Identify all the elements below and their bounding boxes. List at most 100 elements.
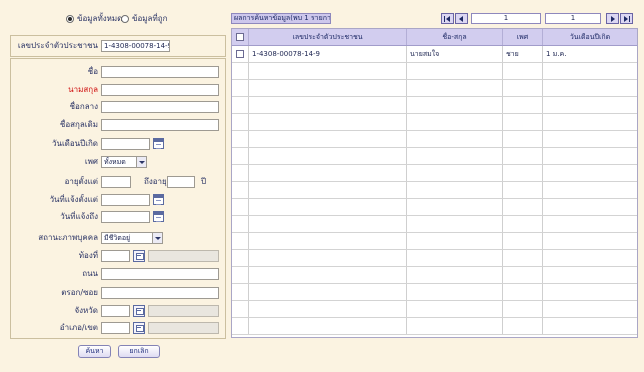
district-row: อำเภอ/เขต bbox=[11, 322, 225, 334]
birth-date-row: วันเดือนปีเกิด bbox=[11, 138, 225, 150]
calendar-icon[interactable] bbox=[153, 194, 164, 205]
sex-select[interactable]: ทั้งหมด bbox=[101, 156, 147, 168]
former-surname-row: ชื่อสกุลเดิม bbox=[11, 119, 225, 131]
empty-table-cell bbox=[407, 250, 503, 266]
empty-table-cell bbox=[543, 97, 637, 113]
empty-table-row bbox=[232, 199, 637, 216]
empty-table-cell bbox=[232, 233, 249, 249]
empty-table-row bbox=[232, 80, 637, 97]
select-all-cell bbox=[232, 29, 249, 45]
birth-date-input[interactable] bbox=[101, 138, 150, 150]
id-number-input[interactable]: 1-4308-00078-14-9 bbox=[101, 40, 170, 52]
mode-all-radio[interactable] bbox=[66, 15, 74, 23]
empty-table-cell bbox=[249, 114, 407, 130]
empty-table-cell bbox=[503, 199, 543, 215]
empty-table-cell bbox=[503, 63, 543, 79]
last-page-button[interactable] bbox=[620, 13, 633, 24]
row-select-cell bbox=[232, 46, 249, 62]
age-from-label: อายุตั้งแต่ bbox=[64, 177, 98, 186]
empty-table-cell bbox=[407, 267, 503, 283]
column-header-name: ชื่อ-สกุล bbox=[407, 29, 503, 45]
empty-table-cell bbox=[232, 165, 249, 181]
last-name-input[interactable] bbox=[101, 84, 219, 96]
locality-lookup-icon[interactable] bbox=[133, 250, 145, 262]
district-label: อำเภอ/เขต bbox=[59, 323, 98, 332]
column-header-birth-date: วันเดือนปีเกิด bbox=[569, 33, 611, 41]
empty-table-cell bbox=[249, 301, 407, 317]
date-from-input[interactable] bbox=[101, 194, 150, 206]
empty-table-cell bbox=[503, 80, 543, 96]
row-sex-cell: ชาย bbox=[503, 46, 543, 62]
lane-row: ตรอก/ซอย bbox=[11, 287, 225, 299]
empty-table-cell bbox=[249, 148, 407, 164]
empty-table-cell bbox=[249, 284, 407, 300]
status-select[interactable]: มีชีวิตอยู่ bbox=[101, 232, 163, 244]
row-name-cell: นายสมใจ bbox=[407, 46, 503, 62]
first-name-input[interactable] bbox=[101, 66, 219, 78]
empty-table-cell bbox=[407, 80, 503, 96]
province-lookup-icon[interactable] bbox=[133, 305, 145, 317]
empty-table-cell bbox=[249, 267, 407, 283]
empty-table-cell bbox=[503, 216, 543, 232]
empty-table-cell bbox=[503, 250, 543, 266]
former-surname-input[interactable] bbox=[101, 119, 219, 131]
mode-valid-label[interactable]: ข้อมูลที่ถูก bbox=[132, 14, 167, 24]
last-page-icon bbox=[621, 14, 632, 23]
empty-table-cell bbox=[232, 148, 249, 164]
empty-table-row bbox=[232, 318, 637, 335]
table-row[interactable]: 1-4308-00078-14-9 นายสมใจ ชาย 1 ม.ค. bbox=[232, 46, 637, 63]
first-name-label: ชื่อ bbox=[87, 67, 98, 76]
search-button[interactable]: ค้นหา bbox=[78, 345, 111, 358]
empty-table-row bbox=[232, 165, 637, 182]
id-label: เลขประจำตัวประชาชน bbox=[17, 41, 98, 50]
age-from-input[interactable] bbox=[101, 176, 131, 188]
cancel-button[interactable]: ยกเลิก bbox=[118, 345, 160, 358]
table-header-row: เลขประจำตัวประชาชน ชื่อ-สกุล เพศ วันเดือ… bbox=[232, 29, 637, 46]
road-input[interactable] bbox=[101, 268, 219, 280]
status-select-value: มีชีวิตอยู่ bbox=[104, 234, 131, 242]
select-all-checkbox[interactable] bbox=[236, 33, 244, 41]
mode-valid-radio[interactable] bbox=[121, 15, 129, 23]
row-checkbox[interactable] bbox=[236, 50, 244, 58]
empty-table-cell bbox=[543, 284, 637, 300]
date-to-input[interactable] bbox=[101, 211, 150, 223]
district-lookup-icon[interactable] bbox=[133, 322, 145, 334]
status-row: สถานะภาพบุคคล มีชีวิตอยู่ bbox=[11, 232, 225, 244]
locality-code-input[interactable] bbox=[101, 250, 130, 262]
column-header-id: เลขประจำตัวประชาชน bbox=[249, 29, 407, 45]
age-to-input[interactable] bbox=[167, 176, 195, 188]
empty-table-cell bbox=[232, 216, 249, 232]
district-code-input[interactable] bbox=[101, 322, 130, 334]
province-code-input[interactable] bbox=[101, 305, 130, 317]
empty-table-cell bbox=[232, 267, 249, 283]
first-page-button[interactable] bbox=[441, 13, 454, 24]
empty-table-cell bbox=[407, 233, 503, 249]
empty-table-row bbox=[232, 148, 637, 165]
empty-table-cell bbox=[232, 301, 249, 317]
empty-table-cell bbox=[503, 318, 543, 334]
age-row: อายุตั้งแต่ ถึงอายุ ปี bbox=[11, 176, 225, 188]
empty-table-cell bbox=[503, 284, 543, 300]
lane-input[interactable] bbox=[101, 287, 219, 299]
empty-table-row bbox=[232, 284, 637, 301]
status-label: สถานะภาพบุคคล bbox=[38, 233, 98, 242]
road-label: ถนน bbox=[82, 269, 98, 278]
current-page-input[interactable]: 1 bbox=[471, 13, 541, 24]
calendar-icon[interactable] bbox=[153, 138, 164, 149]
sex-row: เพศ ทั้งหมด bbox=[11, 156, 225, 168]
id-row: เลขประจำตัวประชาชน 1-4308-00078-14-9 bbox=[11, 40, 225, 52]
district-name-field bbox=[148, 322, 219, 334]
next-page-button[interactable] bbox=[606, 13, 619, 24]
first-name-row: ชื่อ bbox=[11, 66, 225, 78]
empty-table-cell bbox=[543, 216, 637, 232]
prev-page-button[interactable] bbox=[455, 13, 468, 24]
middle-name-row: ชื่อกลาง bbox=[11, 101, 225, 113]
mode-all-label[interactable]: ข้อมูลทั้งหมด bbox=[77, 14, 122, 24]
empty-table-row bbox=[232, 233, 637, 250]
empty-table-cell bbox=[407, 216, 503, 232]
empty-table-cell bbox=[407, 199, 503, 215]
calendar-icon[interactable] bbox=[153, 211, 164, 222]
empty-table-row bbox=[232, 97, 637, 114]
province-name-field bbox=[148, 305, 219, 317]
middle-name-input[interactable] bbox=[101, 101, 219, 113]
